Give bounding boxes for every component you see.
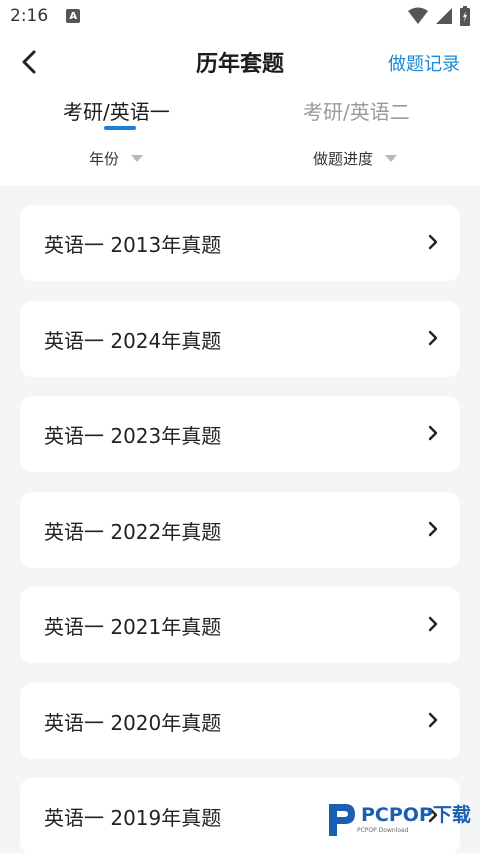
notification-icon: A [66, 9, 81, 23]
list-item[interactable]: 英语一 2022年真题 [20, 492, 460, 568]
exam-list: 英语一 2013年真题 英语一 2024年真题 英语一 2023年真题 英语一 … [0, 186, 480, 853]
progress-filter-label: 做题进度 [313, 150, 374, 168]
list-item[interactable]: 英语一 2024年真题 [20, 301, 460, 377]
list-item-label: 英语一 2023年真题 [44, 423, 222, 448]
status-bar: 2:16 A [0, 0, 480, 32]
progress-filter-dropdown[interactable]: 做题进度 [313, 148, 398, 169]
exam-tabs: 考研/英语一 考研/英语二 [0, 90, 480, 136]
year-filter-label: 年份 [89, 150, 120, 168]
list-item[interactable]: 英语一 2023年真题 [20, 396, 460, 472]
list-item-label: 英语一 2022年真题 [44, 519, 222, 544]
chevron-right-icon [428, 616, 438, 632]
signal-icon [436, 8, 452, 24]
list-item-label: 英语一 2021年真题 [44, 614, 222, 639]
chevron-right-icon [428, 521, 438, 537]
chevron-right-icon [428, 425, 438, 441]
list-item-label: 英语一 2020年真题 [44, 710, 222, 735]
wifi-icon [408, 7, 428, 24]
tab-english-two[interactable]: 考研/英语二 [303, 96, 410, 125]
pcpop-logo-icon [329, 804, 355, 836]
battery-icon [460, 6, 470, 26]
year-filter-dropdown[interactable]: 年份 [89, 148, 144, 169]
status-icons [408, 6, 470, 26]
watermark-text-block: PCPOP下载 PCPOP Download [357, 804, 471, 835]
list-item-label: 英语一 2019年真题 [44, 805, 222, 830]
list-item[interactable]: 英语一 2020年真题 [20, 683, 460, 759]
status-time: 2:16 [10, 6, 49, 26]
tab-english-one[interactable]: 考研/英语一 [63, 96, 170, 125]
watermark-brand: PCPOP下载 [361, 804, 471, 826]
chevron-right-icon [428, 330, 438, 346]
chevron-right-icon [428, 712, 438, 728]
caret-down-icon [131, 155, 144, 162]
list-item[interactable]: 英语一 2021年真题 [20, 587, 460, 663]
watermark-subtitle: PCPOP Download [357, 827, 409, 834]
active-tab-indicator [104, 126, 136, 130]
practice-history-link[interactable]: 做题记录 [388, 50, 460, 76]
app-header: 历年套题 做题记录 [0, 32, 480, 90]
chevron-right-icon [428, 234, 438, 250]
caret-down-icon [385, 155, 398, 162]
list-item-label: 英语一 2013年真题 [44, 232, 222, 257]
list-item[interactable]: 英语一 2013年真题 [20, 205, 460, 281]
site-watermark: PCPOP下载 PCPOP Download [325, 800, 475, 840]
list-item-label: 英语一 2024年真题 [44, 328, 222, 353]
filter-bar: 年份 做题进度 [0, 140, 480, 184]
